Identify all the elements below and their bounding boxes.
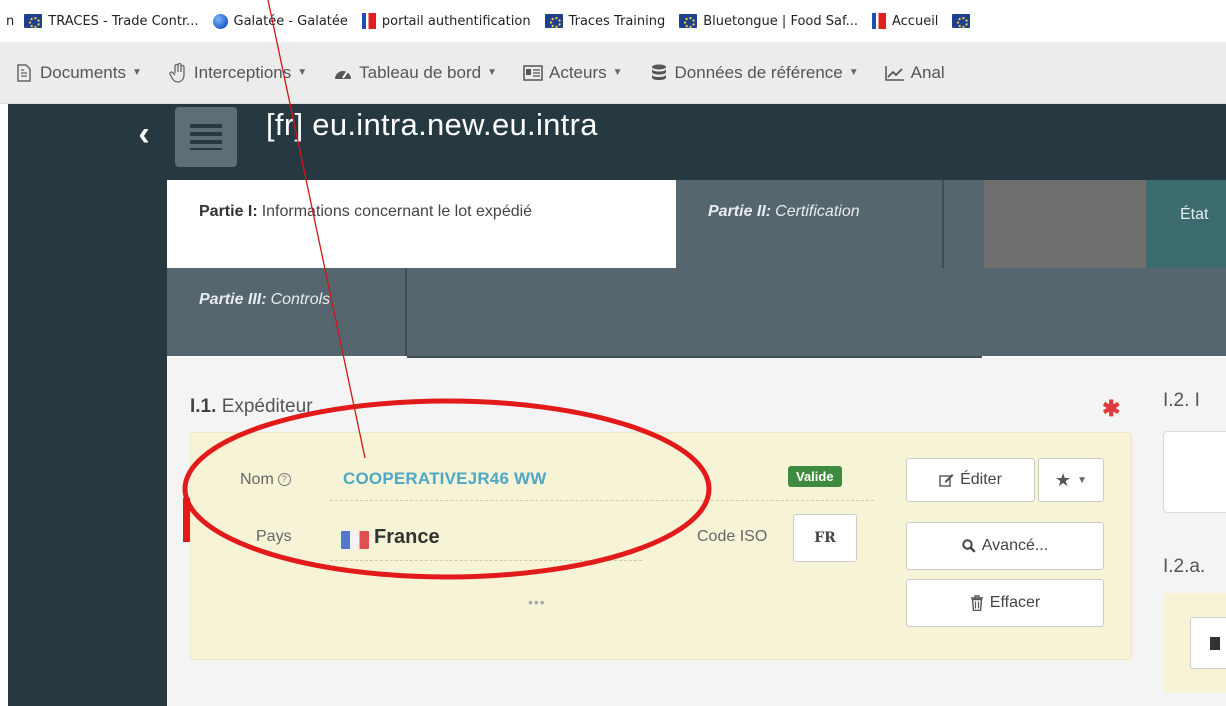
star-icon: ★ — [1054, 469, 1072, 490]
pays-label: Pays — [256, 528, 292, 545]
caret-down-icon: ▼ — [131, 67, 142, 78]
country-value: France — [374, 526, 440, 548]
bookmark-accueil[interactable]: Accueil — [872, 13, 938, 29]
eu-flag-icon — [544, 14, 563, 28]
french-site-icon — [361, 13, 376, 29]
annotation-red-marker — [183, 498, 190, 542]
bookmark-bluetongue[interactable]: Bluetongue | Food Saf... — [679, 14, 858, 29]
importateur-box — [1163, 431, 1226, 513]
bookmark-portail[interactable]: portail authentification — [361, 13, 531, 29]
nav-label: Interceptions — [193, 62, 292, 82]
pays-underline — [330, 560, 642, 561]
section-number: I.1. — [190, 396, 217, 417]
nav-tableau-de-bord[interactable]: Tableau de bord ▼ — [333, 63, 497, 83]
tab-partie-3[interactable]: Partie III: Controls — [167, 268, 405, 356]
tab-label: Informations concernant le lot expédié — [261, 203, 533, 220]
section-label: Expéditeur — [221, 396, 313, 417]
bookmark-traces[interactable]: TRACES - Trade Contr... — [24, 13, 199, 29]
nav-label: Acteurs — [548, 62, 607, 82]
tab-label: Controls — [270, 291, 331, 308]
back-chevron-icon[interactable]: ‹ — [124, 114, 164, 154]
hand-icon — [168, 62, 188, 83]
database-icon — [649, 63, 669, 83]
iso-code-label: Code ISO — [697, 528, 768, 545]
nav-acteurs[interactable]: Acteurs ▼ — [523, 63, 623, 83]
bookmarks-bar: n TRACES - Trade Contr... Galatée - Gala… — [0, 0, 1226, 42]
tab-label: Certification — [775, 203, 860, 220]
caret-down-icon: ▼ — [848, 67, 859, 78]
eu-flag-icon — [24, 14, 43, 28]
section-title-i2a: I.2.a. — [1163, 556, 1206, 577]
document-icon — [14, 63, 34, 83]
bookmark-label: Traces Training — [568, 13, 666, 29]
caret-down-icon: ▼ — [612, 67, 623, 78]
document-icon — [175, 107, 237, 167]
more-details-toggle[interactable]: ••• — [528, 594, 546, 610]
tab-partie-2[interactable]: Partie II: Certification — [676, 180, 942, 268]
bookmark-label: Galatée - Galatée — [233, 13, 348, 29]
iso-code-value: FR — [793, 514, 857, 562]
favorites-dropdown-button[interactable]: ★ ▼ — [1038, 458, 1104, 502]
page-title: [fr] eu.intra.new.eu.intra — [266, 107, 598, 142]
caret-down-icon: ▼ — [487, 67, 497, 78]
search-icon — [962, 539, 976, 553]
nav-label: Documents — [40, 62, 126, 82]
tab-prefix: Partie I: — [199, 203, 258, 220]
nom-underline — [330, 500, 874, 501]
dashboard-icon — [333, 63, 353, 83]
id-card-icon — [523, 63, 543, 83]
required-asterisk-icon: ✱ — [1102, 396, 1121, 421]
eu-flag-icon — [679, 14, 698, 28]
operator-name-link[interactable]: COOPERATIVEJR46 WW — [343, 469, 547, 489]
trash-icon — [970, 595, 984, 611]
edit-button-label: Éditer — [960, 471, 1002, 488]
section-title-importateur: I.2. I — [1163, 390, 1200, 411]
edit-icon — [939, 473, 954, 487]
clear-button[interactable]: Effacer — [906, 579, 1104, 627]
status-badge: Valide — [788, 466, 842, 487]
nav-label: Données de référence — [674, 62, 843, 82]
bookmark-label: Accueil — [892, 13, 939, 29]
bookmark-traces-training[interactable]: Traces Training — [544, 13, 666, 29]
nom-label: Nom? — [240, 471, 291, 489]
tab-etat[interactable]: État — [1146, 180, 1226, 268]
nav-label: Anal — [910, 62, 945, 82]
left-sidebar — [0, 104, 167, 706]
nom-label-text: Nom — [240, 471, 274, 488]
tab-divider — [405, 268, 407, 356]
nav-donnees-reference[interactable]: Données de référence ▼ — [649, 63, 859, 83]
tab-prefix: Partie II: — [708, 203, 772, 220]
caret-down-icon: ▼ — [1077, 474, 1088, 486]
bookmark-label: portail authentification — [381, 13, 531, 29]
edit-button[interactable]: Éditer — [906, 458, 1035, 502]
nav-analyses[interactable]: Anal — [884, 62, 945, 83]
document-lines — [190, 124, 222, 150]
bookmark-button[interactable] — [1190, 617, 1226, 669]
advanced-button-label: Avancé... — [981, 537, 1049, 554]
eu-flag-icon[interactable] — [952, 14, 971, 28]
bookmark-label: Bluetongue | Food Saf... — [703, 13, 858, 29]
nav-documents[interactable]: Documents ▼ — [14, 63, 142, 83]
nav-interceptions[interactable]: Interceptions ▼ — [168, 62, 308, 83]
globe-icon — [212, 13, 228, 29]
france-flag-icon — [341, 531, 369, 549]
chart-line-icon — [884, 63, 905, 83]
tab-divider — [942, 180, 944, 268]
sidebar-edge — [0, 104, 8, 706]
section-title-expediteur: I.1. Expéditeur — [190, 396, 313, 418]
nav-label: Tableau de bord — [359, 62, 482, 82]
main-navbar: Documents ▼ Interceptions ▼ Tableau de b… — [0, 42, 1226, 104]
french-site-icon — [872, 13, 886, 29]
bookmark-galatee[interactable]: Galatée - Galatée — [212, 13, 348, 29]
tab-placeholder — [984, 180, 1146, 268]
bookmark-prefix-text: n — [6, 13, 15, 29]
tab-prefix: Partie III: — [199, 291, 267, 308]
clear-button-label: Effacer — [989, 594, 1041, 611]
tab-partie-1[interactable]: Partie I: Informations concernant le lot… — [167, 180, 676, 268]
bookmark-label: TRACES - Trade Contr... — [48, 13, 199, 29]
help-icon[interactable]: ? — [277, 473, 291, 487]
caret-down-icon: ▼ — [297, 67, 308, 78]
advanced-search-button[interactable]: Avancé... — [906, 522, 1104, 570]
